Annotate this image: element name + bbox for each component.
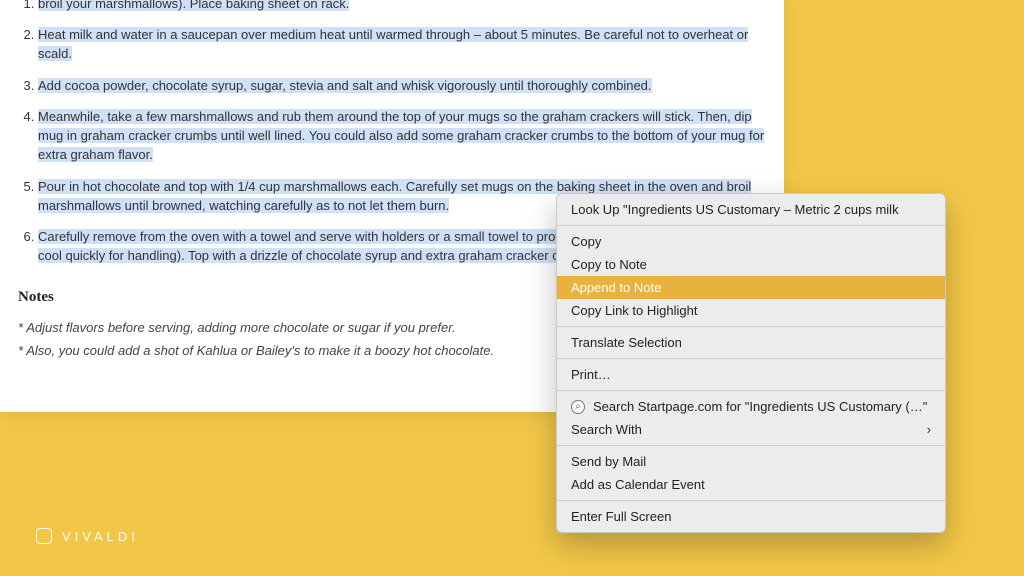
menu-separator	[557, 500, 945, 501]
menu-translate[interactable]: Translate Selection	[557, 331, 945, 354]
menu-send-by-mail[interactable]: Send by Mail	[557, 450, 945, 473]
menu-enter-fullscreen[interactable]: Enter Full Screen	[557, 505, 945, 528]
menu-copy-to-note[interactable]: Copy to Note	[557, 253, 945, 276]
highlighted-text[interactable]: Add cocoa powder, chocolate syrup, sugar…	[38, 78, 652, 93]
chevron-right-icon: ›	[927, 422, 931, 437]
menu-search-startpage[interactable]: ⌕ Search Startpage.com for "Ingredients …	[557, 395, 945, 418]
menu-append-to-note[interactable]: Append to Note	[557, 276, 945, 299]
recipe-step: Add cocoa powder, chocolate syrup, sugar…	[38, 76, 766, 95]
brand-text: VIVALDI	[62, 529, 139, 544]
menu-separator	[557, 358, 945, 359]
menu-lookup[interactable]: Look Up "Ingredients US Customary – Metr…	[557, 198, 945, 221]
menu-separator	[557, 225, 945, 226]
recipe-step: Heat milk and water in a saucepan over m…	[38, 25, 766, 63]
highlighted-text[interactable]: Heat milk and water in a saucepan over m…	[38, 27, 748, 61]
menu-add-calendar[interactable]: Add as Calendar Event	[557, 473, 945, 496]
search-icon: ⌕	[571, 400, 585, 414]
highlighted-text[interactable]: Meanwhile, take a few marshmallows and r…	[38, 109, 764, 162]
recipe-step: broil your marshmallows). Place baking s…	[38, 0, 766, 13]
recipe-step: Meanwhile, take a few marshmallows and r…	[38, 107, 766, 165]
context-menu[interactable]: Look Up "Ingredients US Customary – Metr…	[556, 193, 946, 533]
menu-search-with[interactable]: Search With ›	[557, 418, 945, 441]
highlighted-text[interactable]: broil your marshmallows). Place baking s…	[38, 0, 349, 11]
menu-print[interactable]: Print…	[557, 363, 945, 386]
vivaldi-icon	[36, 528, 52, 544]
menu-separator	[557, 326, 945, 327]
vivaldi-logo: VIVALDI	[36, 528, 139, 544]
menu-copy-link-highlight[interactable]: Copy Link to Highlight	[557, 299, 945, 322]
menu-copy[interactable]: Copy	[557, 230, 945, 253]
menu-separator	[557, 445, 945, 446]
menu-separator	[557, 390, 945, 391]
